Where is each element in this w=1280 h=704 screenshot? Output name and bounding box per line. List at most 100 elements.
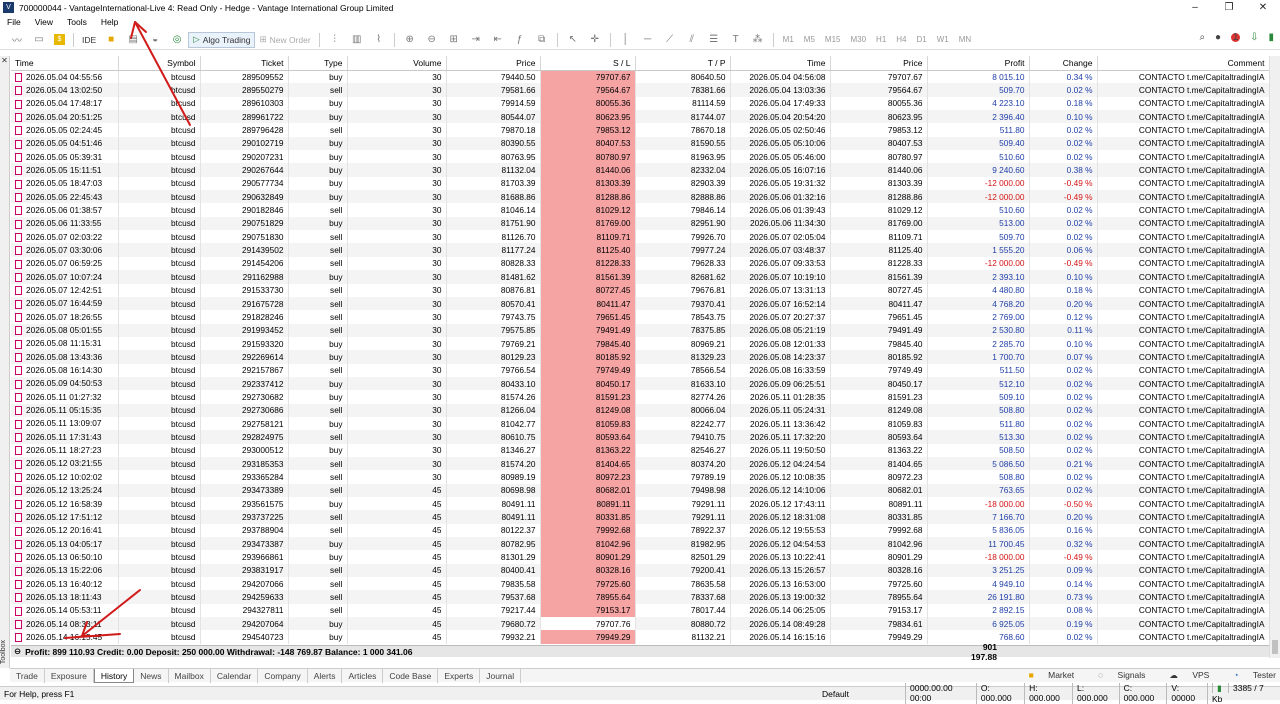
market-link[interactable]: ■ Market [1017, 670, 1075, 681]
crosshair-icon[interactable]: ✛ [588, 33, 602, 47]
search-icon[interactable]: ⌕ [1199, 32, 1205, 43]
table-row[interactable]: 2026.05.07 10:07:24 btcusd 291162988 buy 30 8… [11, 270, 1269, 284]
table-row[interactable]: 2026.05.11 17:31:43 btcusd 292824975 sell 30… [11, 430, 1269, 444]
table-row[interactable]: 2026.05.12 03:21:55 btcusd 293185353 sell 30… [11, 456, 1269, 471]
account-icon[interactable]: ⇩ [1250, 32, 1258, 43]
tab-news[interactable]: News [134, 668, 169, 683]
indicators-icon[interactable]: ƒ [513, 33, 527, 47]
minimize-icon[interactable]: – [1178, 0, 1212, 15]
table-row[interactable]: 2026.05.08 13:43:36 btcusd 292269614 buy 30 8… [11, 350, 1269, 364]
zoom-in-icon[interactable]: ⊕ [403, 33, 417, 47]
summary-toggle-icon[interactable]: ⊖ [14, 646, 21, 657]
cursor-icon[interactable]: ↖ [566, 33, 580, 47]
toolbox-close-icon[interactable]: ✕ [0, 56, 9, 65]
table-row[interactable]: 2026.05.13 16:40:12 btcusd 294207066 sell 45… [11, 577, 1269, 591]
table-row[interactable]: 2026.05.12 13:25:24 btcusd 293473389 sell 45… [11, 483, 1269, 497]
horizontal-line-icon[interactable]: ─ [641, 33, 655, 47]
table-row[interactable]: 2026.05.12 10:02:02 btcusd 293365284 sell 30… [11, 470, 1269, 484]
table-row[interactable]: 2026.05.07 16:44:59 btcusd 291675728 sell 30… [11, 296, 1269, 311]
menu-tools[interactable]: Tools [60, 17, 94, 27]
scrollbar-thumb[interactable] [1272, 640, 1278, 654]
table-row[interactable]: 2026.05.13 18:11:43 btcusd 294259633 sell 45… [11, 590, 1269, 604]
menu-view[interactable]: View [28, 17, 60, 27]
table-row[interactable]: 2026.05.08 05:01:55 btcusd 291993452 sell 30… [11, 323, 1269, 337]
timeframe-w1[interactable]: W1 [937, 35, 949, 44]
strategy-tester-icon[interactable]: ◒ [148, 33, 162, 47]
tab-exposure[interactable]: Exposure [45, 668, 94, 683]
col-ticket[interactable]: Ticket [200, 56, 289, 71]
table-row[interactable]: 2026.05.07 12:42:51 btcusd 291533730 sell 30… [11, 283, 1269, 297]
channel-icon[interactable]: ⫽ [685, 33, 699, 47]
table-row[interactable]: 2026.05.13 15:22:06 btcusd 293831917 sell 45… [11, 563, 1269, 578]
vertical-scrollbar[interactable] [1269, 56, 1280, 658]
col-close-price[interactable]: Price [830, 56, 928, 71]
timeframe-m30[interactable]: M30 [850, 35, 866, 44]
table-row[interactable]: 2026.05.08 16:14:30 btcusd 292157867 sell 30… [11, 363, 1269, 377]
table-row[interactable]: 2026.05.07 03:30:06 btcusd 291439502 sell 30… [11, 243, 1269, 257]
tab-articles[interactable]: Articles [342, 668, 384, 683]
timeframe-h1[interactable]: H1 [876, 35, 886, 44]
col-comment[interactable]: Comment [1097, 56, 1269, 71]
col-profit[interactable]: Profit [927, 56, 1030, 71]
table-row[interactable]: 2026.05.04 13:02:50 btcusd 289550279 sell 30… [11, 83, 1269, 97]
shapes-icon[interactable]: ⁂ [751, 33, 765, 47]
col-tp[interactable]: T / P [635, 56, 731, 71]
chart-type-icon[interactable]: 〰 [10, 33, 24, 47]
fibonacci-icon[interactable]: ☰ [707, 33, 721, 47]
col-close-time[interactable]: Time [730, 56, 831, 71]
text-icon[interactable]: T [729, 33, 743, 47]
templates-icon[interactable]: ⧉ [535, 33, 549, 47]
grid-icon[interactable]: ⊞ [447, 33, 461, 47]
timeframe-mn[interactable]: MN [959, 35, 971, 44]
table-row[interactable]: 2026.05.09 04:50:53 btcusd 292337412 buy 30 8… [11, 376, 1269, 391]
col-sl[interactable]: S / L [540, 56, 636, 71]
candlestick-icon[interactable]: ▥ [350, 33, 364, 47]
table-row[interactable]: 2026.05.06 11:33:55 btcusd 290751829 buy 30 8… [11, 216, 1269, 231]
col-open-price[interactable]: Price [446, 56, 541, 71]
table-row[interactable]: 2026.05.05 05:39:31 btcusd 290207231 buy 30 8… [11, 150, 1269, 164]
tab-history[interactable]: History [93, 668, 135, 683]
tester-link[interactable]: ◔ Tester [1221, 670, 1276, 681]
table-row[interactable]: 2026.05.11 13:09:07 btcusd 292758121 buy 30 8… [11, 416, 1269, 431]
profiles-icon[interactable]: ▭ [32, 33, 46, 47]
timeframe-d1[interactable]: D1 [917, 35, 927, 44]
table-row[interactable]: 2026.05.13 06:50:10 btcusd 293966861 buy 45 8… [11, 550, 1269, 564]
table-row[interactable]: 2026.05.11 01:27:32 btcusd 292730682 buy 30 8… [11, 390, 1269, 404]
table-row[interactable]: 2026.05.07 18:26:55 btcusd 291828246 sell 30… [11, 310, 1269, 324]
close-icon[interactable]: ✕ [1246, 0, 1280, 15]
timeframe-m1[interactable]: M1 [783, 35, 794, 44]
timeframe-m15[interactable]: M15 [825, 35, 841, 44]
table-row[interactable]: 2026.05.05 15:11:51 btcusd 290267644 buy 30 8… [11, 163, 1269, 177]
vps-link[interactable]: ☁ VPS [1157, 670, 1209, 681]
notifications-icon[interactable]: ● [1215, 32, 1221, 43]
vertical-line-icon[interactable]: │ [619, 33, 633, 47]
table-row[interactable]: 2026.05.04 04:55:56 btcusd 289509552 buy 30 7… [11, 70, 1269, 84]
col-type[interactable]: Type [288, 56, 348, 71]
table-row[interactable]: 2026.05.04 20:51:25 btcusd 289961722 buy 30 8… [11, 110, 1269, 124]
menu-help[interactable]: Help [94, 17, 125, 27]
tab-calendar[interactable]: Calendar [211, 668, 259, 683]
col-volume[interactable]: Volume [347, 56, 447, 71]
col-symbol[interactable]: Symbol [118, 56, 201, 71]
table-row[interactable]: 2026.05.13 04:05:17 btcusd 293473387 buy 45 8… [11, 537, 1269, 551]
table-row[interactable]: 2026.05.08 11:15:31 btcusd 291593320 buy 30 7… [11, 336, 1269, 351]
market-watch-icon[interactable]: $ [54, 34, 65, 45]
tab-company[interactable]: Company [258, 668, 308, 683]
bar-chart-icon[interactable]: ⫶ [328, 33, 342, 47]
trendline-icon[interactable]: ⟋ [663, 33, 677, 47]
table-row[interactable]: 2026.05.11 18:27:23 btcusd 293000512 buy 30 8… [11, 443, 1269, 457]
table-row[interactable]: 2026.05.12 17:51:12 btcusd 293737225 sell 45… [11, 510, 1269, 524]
timeframe-m5[interactable]: M5 [804, 35, 815, 44]
table-row[interactable]: 2026.05.05 04:51:46 btcusd 290102719 buy 30 8… [11, 136, 1269, 151]
table-row[interactable]: 2026.05.05 02:24:45 btcusd 289796428 sell 30… [11, 123, 1269, 137]
ide-button[interactable]: IDE [78, 32, 100, 48]
lock-icon[interactable]: ■ [104, 33, 118, 47]
maximize-icon[interactable]: ❐ [1212, 0, 1246, 15]
tab-code-base[interactable]: Code Base [383, 668, 439, 683]
table-row[interactable]: 2026.05.04 17:48:17 btcusd 289610303 buy 30 7… [11, 96, 1269, 111]
table-row[interactable]: 2026.05.07 06:59:25 btcusd 291454206 sell 30… [11, 256, 1269, 271]
table-row[interactable]: 2026.05.11 05:15:35 btcusd 292730686 sell 30… [11, 403, 1269, 417]
table-row[interactable]: 2026.05.14 05:53:11 btcusd 294327811 sell 45… [11, 603, 1269, 618]
table-row[interactable]: 2026.05.14 08:33:11 btcusd 294207064 buy 45 7… [11, 617, 1269, 631]
table-row[interactable]: 2026.05.14 16:15:45 btcusd 294540723 buy 45 7… [11, 630, 1269, 644]
